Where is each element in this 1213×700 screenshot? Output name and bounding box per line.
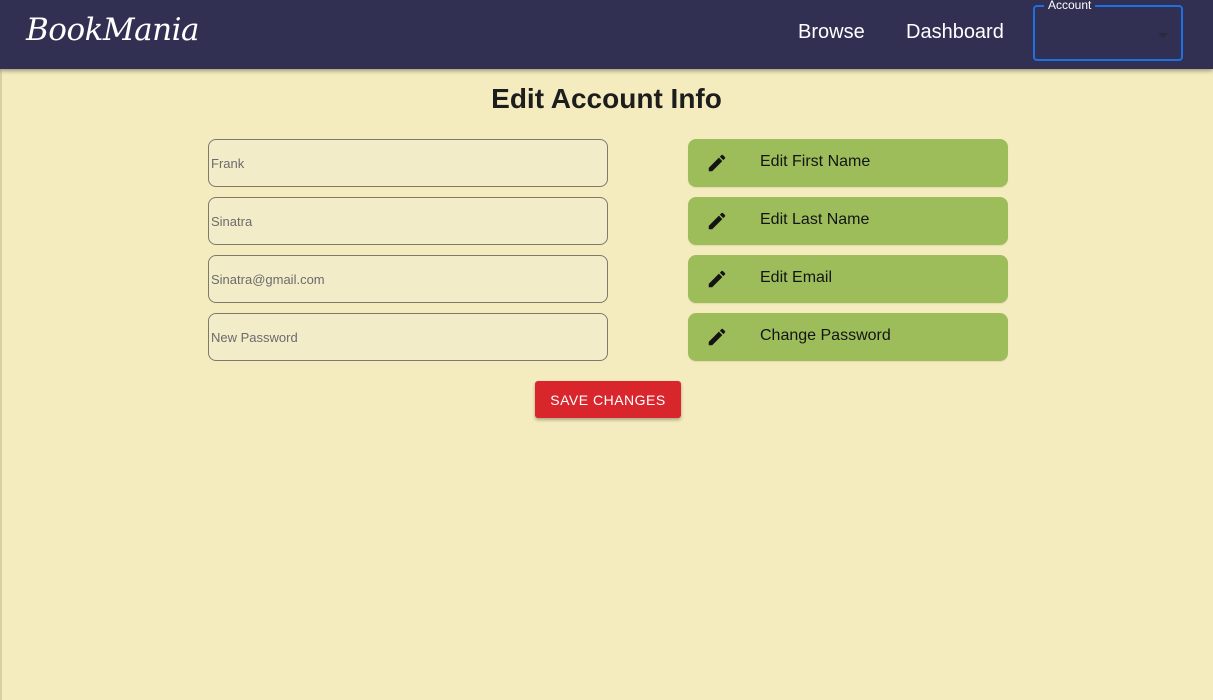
edit-last-name-button[interactable]: Edit Last Name xyxy=(688,197,1008,245)
top-app-bar: BookMania Browse Dashboard Account xyxy=(0,0,1213,69)
change-password-button[interactable]: Change Password xyxy=(688,313,1008,361)
change-password-label: Change Password xyxy=(760,327,891,344)
first-name-input[interactable] xyxy=(208,139,608,187)
pencil-icon xyxy=(708,212,726,230)
edit-last-name-label: Edit Last Name xyxy=(760,211,870,228)
account-select[interactable]: Account xyxy=(1033,0,1183,61)
account-select-label: Account xyxy=(1044,0,1096,12)
pencil-icon xyxy=(708,328,726,346)
last-name-input[interactable] xyxy=(208,197,608,245)
email-input[interactable] xyxy=(208,255,608,303)
edit-first-name-label: Edit First Name xyxy=(760,153,871,170)
nav-link-browse[interactable]: Browse xyxy=(798,21,865,44)
save-changes-button[interactable]: SAVE CHANGES xyxy=(535,381,681,418)
pencil-icon xyxy=(708,270,726,288)
nav-link-dashboard[interactable]: Dashboard xyxy=(906,21,1004,44)
new-password-input[interactable] xyxy=(208,313,608,361)
brand-logo[interactable]: BookMania xyxy=(26,12,199,48)
pencil-icon xyxy=(708,154,726,172)
edit-first-name-button[interactable]: Edit First Name xyxy=(688,139,1008,187)
page-title: Edit Account Info xyxy=(491,83,722,114)
edit-email-label: Edit Email xyxy=(760,269,833,286)
chevron-down-icon xyxy=(1158,33,1168,38)
edit-email-button[interactable]: Edit Email xyxy=(688,255,1008,303)
